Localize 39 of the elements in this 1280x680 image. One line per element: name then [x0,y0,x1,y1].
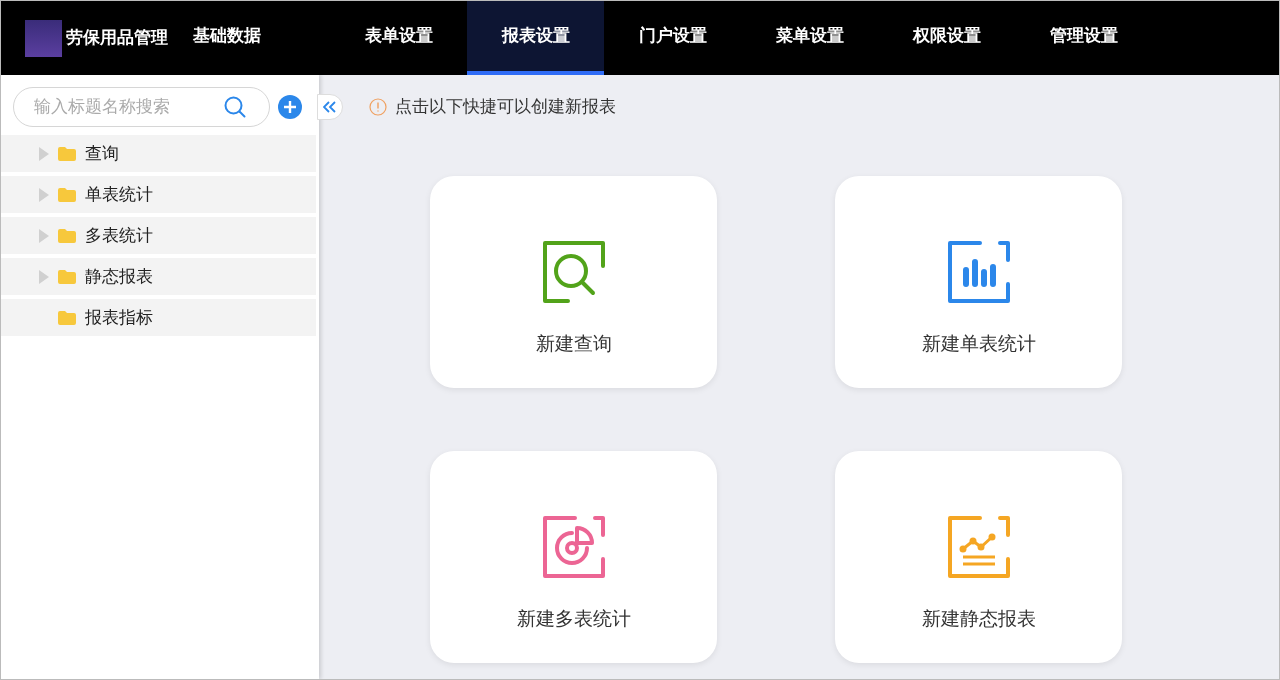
nav-tab[interactable]: 报表设置 [467,1,604,75]
nav-tab[interactable]: 门户设置 [604,1,741,75]
logo-image [25,19,62,57]
magnifier-frame-icon [541,240,606,304]
nav-tab[interactable]: 菜单设置 [741,1,878,75]
tree-item[interactable]: 单表统计 [1,176,316,213]
tree-item-label: 报表指标 [85,306,153,329]
create-report-card[interactable]: 新建多表统计 [430,451,717,663]
create-report-card[interactable]: 新建静态报表 [835,451,1122,663]
nav-tab[interactable]: 基础数据 [193,1,330,75]
bar-chart-frame-icon [946,240,1011,304]
nav-tab[interactable]: 权限设置 [878,1,1015,75]
tree-item[interactable]: 查询 [1,135,316,172]
search-icon[interactable] [224,96,246,118]
folder-icon [58,310,76,325]
tree-item[interactable]: 报表指标 [1,299,316,336]
pie-chart-frame-icon [541,515,606,579]
nav-tab[interactable]: 表单设置 [330,1,467,75]
add-icon[interactable] [278,95,302,119]
app-title: 劳保用品管理 [66,27,168,50]
info-icon [369,98,387,116]
folder-icon [58,187,76,202]
tree-item-label: 查询 [85,142,119,165]
tree-item[interactable]: 静态报表 [1,258,316,295]
nav-tab[interactable]: 管理设置 [1015,1,1152,75]
folder-icon [58,146,76,161]
tree-item-label: 静态报表 [85,265,153,288]
hint-text: 点击以下快捷可以创建新报表 [395,96,616,119]
folder-icon [58,269,76,284]
search-field[interactable]: 输入标题名称搜索 [13,87,270,127]
double-chevron-left-icon[interactable] [323,101,337,113]
tree-item-label: 多表统计 [85,224,153,247]
folder-icon [58,228,76,243]
create-report-card[interactable]: 新建查询 [430,176,717,388]
tree-item-label: 单表统计 [85,183,153,206]
tree-item[interactable]: 多表统计 [1,217,316,254]
line-chart-frame-icon [946,515,1011,579]
collapse-sidebar-button[interactable] [317,94,343,120]
create-report-card[interactable]: 新建单表统计 [835,176,1122,388]
